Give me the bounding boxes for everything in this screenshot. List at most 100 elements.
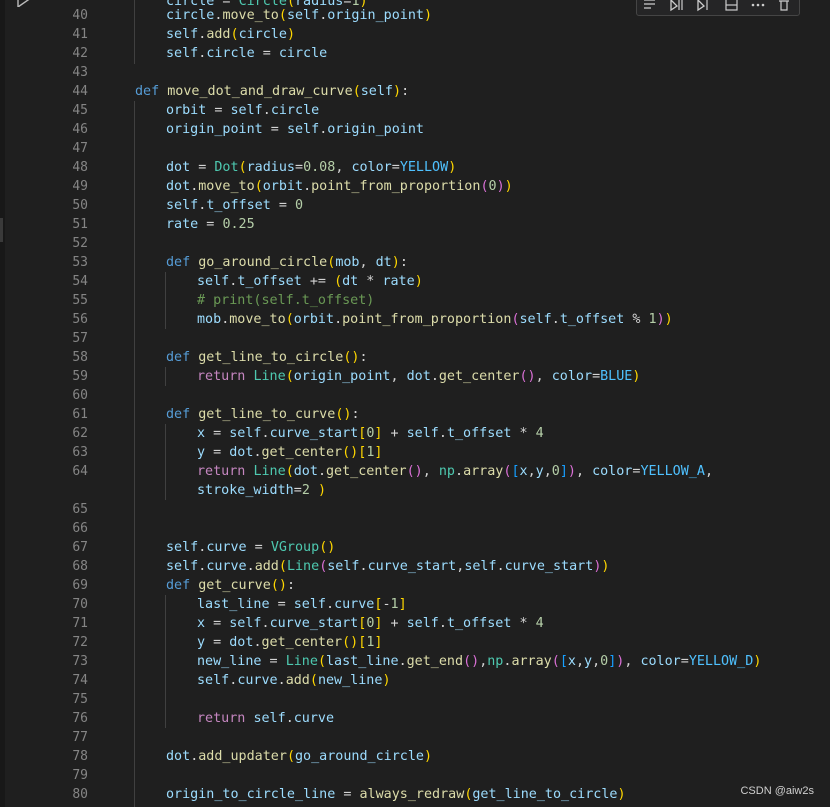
code-token: self bbox=[286, 122, 320, 137]
code-line[interactable]: orbit = self.circle bbox=[166, 101, 319, 120]
code-line[interactable]: self.curve = VGroup() bbox=[166, 538, 335, 557]
code-line[interactable]: def get_curve(): bbox=[166, 576, 295, 595]
code-line[interactable]: self.curve.add(Line(self.curve_start,sel… bbox=[166, 557, 609, 576]
code-line[interactable]: new_line = Line(last_line.get_end(),np.a… bbox=[197, 652, 761, 671]
code-line[interactable]: return Line(origin_point, dot.get_center… bbox=[197, 367, 640, 386]
code-token: # print(self.t_offset) bbox=[197, 293, 375, 308]
code-token: np bbox=[487, 654, 504, 669]
step-out-icon[interactable] bbox=[695, 0, 713, 12]
code-token: Line bbox=[286, 559, 320, 574]
code-token: move_to bbox=[229, 312, 286, 327]
code-line[interactable]: def get_line_to_circle(): bbox=[166, 348, 368, 367]
code-token: 1 bbox=[648, 312, 657, 327]
code-token: ( bbox=[511, 312, 520, 327]
code-token: , bbox=[543, 464, 552, 479]
split-icon[interactable] bbox=[723, 0, 741, 12]
code-line[interactable]: rate = 0.25 bbox=[166, 215, 255, 234]
code-token: = bbox=[270, 198, 295, 213]
code-token: . bbox=[438, 616, 447, 631]
code-line[interactable]: y = dot.get_center()[1] bbox=[197, 633, 382, 652]
code-line[interactable]: self.add(circle) bbox=[166, 25, 295, 44]
code-token: orbit bbox=[293, 312, 335, 327]
line-number: 51 bbox=[72, 217, 88, 232]
code-token: orbit bbox=[166, 103, 207, 118]
code-token: ( bbox=[285, 312, 294, 327]
code-token: y bbox=[535, 464, 544, 479]
code-token: YELLOW_D bbox=[688, 654, 754, 669]
code-token: dot bbox=[406, 369, 431, 384]
code-token: . bbox=[496, 559, 505, 574]
indent-guide bbox=[165, 595, 166, 728]
code-line[interactable]: return self.curve bbox=[197, 709, 334, 728]
code-token: new_line bbox=[197, 654, 262, 669]
code-token: BLUE bbox=[600, 369, 633, 384]
code-token: () bbox=[342, 445, 359, 460]
line-number: 70 bbox=[72, 597, 88, 612]
list-icon[interactable] bbox=[642, 0, 660, 12]
code-token: = bbox=[205, 445, 230, 460]
code-line[interactable]: dot.add_updater(go_around_circle) bbox=[166, 747, 432, 766]
code-line[interactable]: self.t_offset += (dt * rate) bbox=[197, 272, 423, 291]
code-token: : bbox=[359, 350, 368, 365]
line-number: 59 bbox=[72, 369, 88, 384]
code-token: dot bbox=[166, 160, 191, 175]
code-line[interactable]: dot = Dot(radius=0.08, color=YELLOW) bbox=[166, 158, 456, 177]
code-line[interactable]: def get_line_to_curve(): bbox=[166, 405, 360, 424]
code-area[interactable]: circle = Circle(radius=1) circle.move_to(… bbox=[104, 0, 830, 807]
code-token: mob bbox=[335, 255, 360, 270]
code-editor[interactable]: 40 41 42 43 44 45 46 47 48 49 50 51 52 53 54 55 56 57 58 59… bbox=[0, 0, 830, 807]
code-token: color bbox=[351, 160, 392, 175]
code-token: x bbox=[567, 654, 576, 669]
line-number: 57 bbox=[72, 331, 88, 346]
code-token: * bbox=[511, 616, 536, 631]
code-token: point_from_proportion bbox=[311, 179, 481, 194]
code-line[interactable]: # print(self.t_offset) bbox=[197, 291, 374, 310]
code-token: go_around_circle bbox=[198, 255, 328, 270]
code-token: mob bbox=[197, 312, 222, 327]
code-line[interactable]: origin_point = self.origin_point bbox=[166, 120, 424, 139]
code-token: t_offset bbox=[237, 274, 302, 289]
code-token: ( bbox=[551, 654, 560, 669]
more-icon[interactable] bbox=[749, 0, 767, 12]
code-line[interactable]: self.curve.add(new_line) bbox=[197, 671, 391, 690]
code-line[interactable]: self.circle = circle bbox=[166, 44, 327, 63]
code-line[interactable]: dot.move_to(orbit.point_from_proportion(… bbox=[166, 177, 513, 196]
code-line[interactable]: y = dot.get_center()[1] bbox=[197, 443, 382, 462]
indent-guide bbox=[165, 272, 166, 329]
code-token: curve_start bbox=[504, 559, 594, 574]
code-line[interactable]: def go_around_circle(mob, dt): bbox=[166, 253, 408, 272]
code-token: add bbox=[254, 559, 279, 574]
code-line[interactable]: return Line(dot.get_center(), np.array([… bbox=[197, 462, 713, 481]
code-token: . bbox=[253, 445, 262, 460]
code-line[interactable]: mob.move_to(orbit.point_from_proportion(… bbox=[197, 310, 673, 329]
code-line[interactable]: x = self.curve_start[0] + self.t_offset … bbox=[197, 614, 544, 633]
code-token: = bbox=[269, 597, 294, 612]
code-token: def bbox=[166, 350, 191, 365]
code-line[interactable]: origin_to_circle_line = always_redraw(ge… bbox=[166, 785, 626, 804]
code-token: ] bbox=[398, 597, 407, 612]
code-token: , bbox=[527, 464, 536, 479]
line-number: 43 bbox=[72, 65, 88, 80]
code-line[interactable]: stroke_width=2 ) bbox=[197, 481, 326, 500]
line-number: 76 bbox=[72, 711, 88, 726]
code-line[interactable]: last_line = self.curve[-1] bbox=[197, 595, 407, 614]
code-line[interactable]: self.t_offset = 0 bbox=[166, 196, 303, 215]
indent-guide bbox=[134, 101, 135, 807]
code-token: x bbox=[197, 616, 206, 631]
step-over-icon[interactable] bbox=[668, 0, 686, 12]
code-token: ( bbox=[334, 274, 343, 289]
line-number bbox=[0, 481, 88, 500]
code-token: : bbox=[399, 255, 408, 270]
code-token: ] bbox=[374, 635, 383, 650]
line-number: 63 bbox=[72, 445, 88, 460]
code-token: array bbox=[463, 464, 504, 479]
code-token: ) bbox=[567, 464, 576, 479]
code-token: 0 bbox=[600, 654, 609, 669]
code-token: = bbox=[206, 103, 231, 118]
code-token: . bbox=[334, 312, 343, 327]
code-line[interactable]: circle.move_to(self.origin_point) bbox=[166, 6, 432, 25]
code-line[interactable]: def move_dot_and_draw_curve(self): bbox=[135, 82, 409, 101]
code-line[interactable]: x = self.curve_start[0] + self.t_offset … bbox=[197, 424, 544, 443]
delete-icon[interactable] bbox=[775, 0, 793, 12]
code-token: dt bbox=[375, 255, 392, 270]
